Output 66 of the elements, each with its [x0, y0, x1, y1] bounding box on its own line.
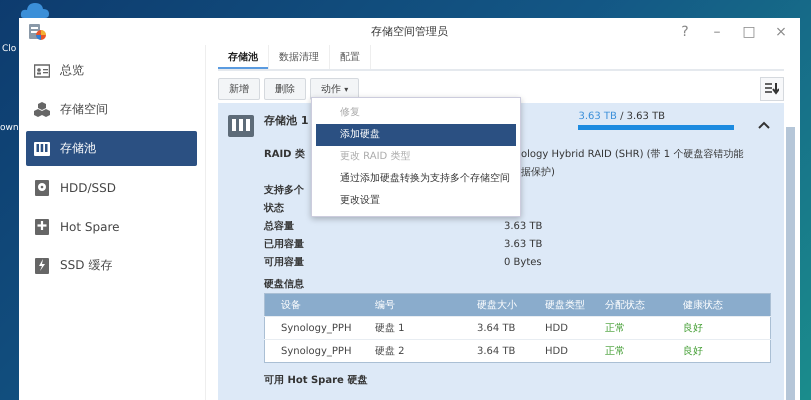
minimize-button[interactable]: –	[706, 24, 728, 40]
table-cell: 良好	[667, 316, 770, 340]
toolbar-button[interactable]: 新增	[218, 78, 260, 100]
server-icon	[34, 140, 50, 156]
close-button[interactable]: ×	[770, 24, 792, 40]
sidebar-item[interactable]: 存储空间	[26, 92, 197, 127]
detail-value: 0 Bytes	[504, 256, 542, 268]
column-header: 分配状态	[589, 294, 667, 316]
id-card-icon	[34, 62, 50, 78]
window-title: 存储空间管理员	[371, 24, 448, 39]
section-title: 可用 Hot Spare 硬盘	[264, 374, 368, 387]
table-cell: 硬盘 1	[359, 316, 461, 340]
detail-label: 总容量	[264, 221, 294, 232]
cubes-icon	[34, 102, 50, 118]
server-icon	[228, 115, 254, 137]
scrollbar[interactable]	[786, 127, 795, 400]
lightning-icon	[34, 258, 50, 274]
table-cell: 硬盘 2	[359, 340, 461, 362]
detail-label: 已用容量	[264, 239, 304, 250]
table-cell: 良好	[667, 340, 770, 362]
pool-name: 存储池 1	[264, 113, 308, 128]
sort-button[interactable]	[760, 77, 784, 101]
app-icon	[27, 22, 47, 42]
detail-label: RAID 类	[264, 149, 305, 160]
column-header: 硬盘大小	[461, 294, 529, 316]
toolbar-button[interactable]: 删除	[264, 78, 306, 100]
detail-label: 状态	[264, 203, 284, 214]
help-button[interactable]: ?	[674, 24, 696, 40]
menu-item[interactable]: 添加硬盘	[316, 124, 516, 146]
sidebar-item[interactable]: 总览	[26, 53, 197, 88]
sidebar-item[interactable]: SSD 缓存	[26, 248, 197, 283]
list-sort-icon	[765, 83, 779, 95]
column-header: 硬盘类型	[529, 294, 589, 316]
table-cell: 正常	[589, 316, 667, 340]
table-cell: 3.64 TB	[461, 340, 529, 362]
table-cell: Synology_PPH	[264, 316, 359, 340]
plus-icon	[34, 218, 50, 234]
column-header: 健康状态	[667, 294, 770, 316]
menu-item[interactable]: 更改设置	[316, 190, 516, 212]
detail-value: 据保护)	[521, 166, 555, 179]
section-title: 硬盘信息	[264, 278, 305, 291]
tab[interactable]: 存储池	[218, 45, 269, 69]
column-header: 编号	[359, 294, 461, 316]
table-cell: 正常	[589, 340, 667, 362]
menu-item[interactable]: 通过添加硬盘转换为支持多个存储空间	[316, 168, 516, 190]
cloud-icon[interactable]	[20, 0, 50, 18]
sidebar-item[interactable]: Hot Spare	[26, 209, 197, 244]
column-header: 设备	[264, 294, 359, 316]
table-cell: Synology_PPH	[264, 340, 359, 362]
detail-label: 支持多个	[264, 185, 304, 196]
tab[interactable]: 数据清理	[269, 45, 330, 69]
table-cell: 3.64 TB	[461, 316, 529, 340]
maximize-button[interactable]: □	[738, 24, 760, 40]
table-cell: HDD	[529, 316, 589, 340]
table-cell: HDD	[529, 340, 589, 362]
sidebar-item[interactable]: HDD/SSD	[26, 170, 197, 205]
sidebar-item[interactable]: 存储池	[26, 131, 197, 166]
detail-value: 3.63 TB	[504, 220, 542, 232]
detail-value: 3.63 TB	[504, 238, 542, 250]
detail-value: ology Hybrid RAID (SHR) (带 1 个硬盘容错功能	[521, 148, 744, 161]
desktop-icon-label[interactable]: Clo	[2, 44, 16, 54]
chevron-up-icon	[758, 121, 770, 129]
desktop-icon-label[interactable]: own	[0, 123, 19, 133]
tab[interactable]: 配置	[330, 45, 371, 69]
detail-label: 可用容量	[264, 257, 304, 268]
usage-text: 3.63 TB / 3.63 TB	[578, 111, 666, 122]
